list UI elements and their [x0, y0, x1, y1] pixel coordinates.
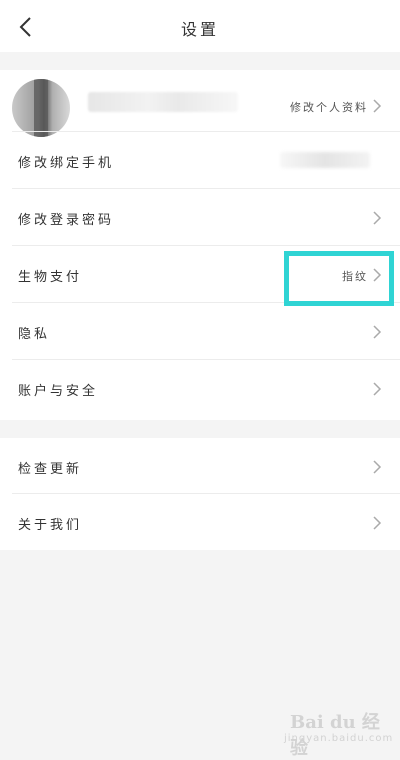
chevron-right-icon	[373, 325, 382, 339]
chevron-right-icon	[373, 211, 382, 225]
chevron-right-icon	[373, 516, 382, 530]
change-password-label: 修改登录密码	[18, 213, 115, 228]
phone-number-blurred	[280, 152, 370, 168]
bind-phone-row[interactable]: 修改绑定手机	[0, 132, 400, 189]
account-security-label: 账户与安全	[18, 384, 99, 399]
chevron-right-icon	[373, 460, 382, 474]
account-security-row[interactable]: 账户与安全	[0, 360, 400, 420]
watermark-url: jingyan.baidu.com	[284, 733, 394, 744]
page-title: 设置	[180, 20, 219, 39]
settings-group-main: 修改个人资料 修改绑定手机 修改登录密码 生物支付 指纹 隐私 账户与安全	[0, 70, 400, 420]
about-us-row[interactable]: 关于我们	[0, 494, 400, 550]
biometric-pay-label: 生物支付	[18, 270, 83, 285]
watermark: Bai du 经验 jingyan.baidu.com	[270, 700, 394, 759]
bind-phone-label: 修改绑定手机	[18, 156, 115, 171]
chevron-right-icon	[373, 99, 382, 113]
change-password-row[interactable]: 修改登录密码	[0, 189, 400, 246]
avatar	[12, 79, 70, 137]
about-us-label: 关于我们	[18, 518, 83, 533]
chevron-right-icon	[373, 382, 382, 396]
profile-row[interactable]: 修改个人资料	[0, 70, 400, 137]
check-update-label: 检查更新	[18, 462, 83, 477]
top-bar: 设置	[0, 0, 400, 52]
edit-profile-link[interactable]: 修改个人资料	[290, 99, 368, 115]
settings-group-about: 检查更新 关于我们	[0, 438, 400, 550]
privacy-label: 隐私	[18, 327, 51, 342]
privacy-row[interactable]: 隐私	[0, 303, 400, 360]
highlight-box	[284, 251, 394, 306]
user-name-blurred	[88, 92, 238, 112]
check-update-row[interactable]: 检查更新	[0, 438, 400, 494]
